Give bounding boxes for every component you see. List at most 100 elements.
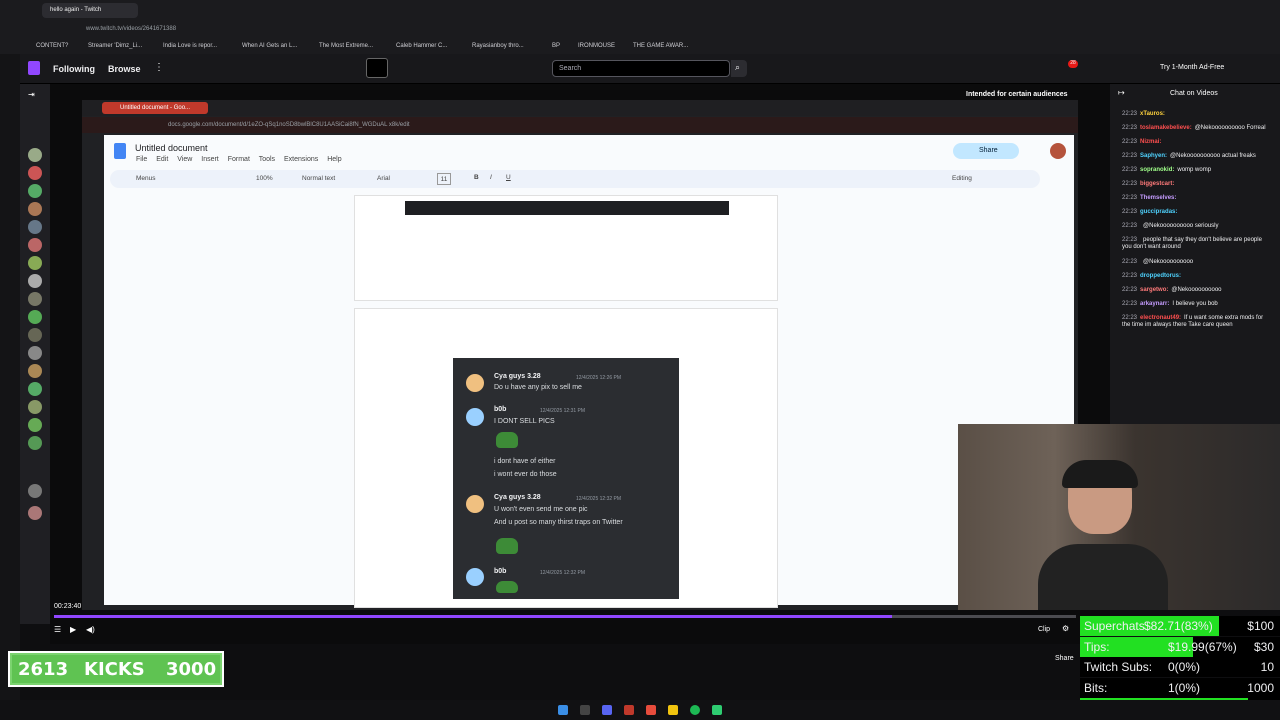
bookmark-item[interactable]: THE GAME AWAR...	[633, 43, 688, 49]
menu-file[interactable]: File	[136, 156, 147, 163]
channel-avatar[interactable]	[28, 364, 42, 378]
more-icon[interactable]: ⋮	[154, 62, 164, 73]
menu-tools[interactable]: Tools	[259, 156, 275, 163]
channel-avatar[interactable]	[28, 346, 42, 360]
account-avatar[interactable]	[1050, 143, 1066, 159]
menu-extensions[interactable]: Extensions	[284, 156, 318, 163]
chat-username[interactable]: sopranokid:	[1140, 167, 1174, 173]
address-bar[interactable]: www.twitch.tv/videos/2641671388	[0, 20, 1280, 40]
chat-username[interactable]: electronaut49:	[1140, 315, 1181, 321]
chat-username[interactable]: biggestcart:	[1140, 181, 1174, 187]
docs-logo-icon[interactable]	[114, 143, 126, 159]
bookmark-item[interactable]: When AI Gets an L...	[242, 43, 297, 49]
video-timestamp: 00:23:40	[54, 603, 82, 610]
menu-insert[interactable]: Insert	[201, 156, 219, 163]
channel-avatar[interactable]	[28, 400, 42, 414]
nav-following[interactable]: Following	[53, 64, 95, 74]
clip-button[interactable]: Clip	[1038, 626, 1050, 633]
chat-username[interactable]: Saphyen:	[1140, 153, 1167, 159]
underline-icon[interactable]: U	[506, 174, 511, 181]
bookmark-item[interactable]: IRONMOUSE	[578, 43, 615, 49]
menu-view[interactable]: View	[177, 156, 192, 163]
toolbar-menus[interactable]: Menus	[136, 175, 156, 182]
chat-text: @Nekoooooooooo	[1171, 287, 1222, 293]
channel-avatar[interactable]	[28, 166, 42, 180]
files-taskbar-icon[interactable]	[668, 705, 678, 715]
bookmark-item[interactable]: BP	[552, 43, 560, 49]
style-select[interactable]: Normal text	[302, 175, 335, 182]
channel-avatar[interactable]	[28, 148, 42, 162]
bookmark-item[interactable]: Rayasianboy thro...	[472, 43, 524, 49]
collapse-chat-icon[interactable]: ↦	[1118, 88, 1125, 97]
pepe-emoji	[496, 432, 518, 448]
volume-icon[interactable]: ◀)	[86, 625, 95, 634]
spotify-taskbar-icon[interactable]	[690, 705, 700, 715]
channel-avatar[interactable]	[28, 418, 42, 432]
xbox-taskbar-icon[interactable]	[712, 705, 722, 715]
settings-icon[interactable]: ⚙	[1062, 624, 1069, 633]
chat-username[interactable]: arkaynarr:	[1140, 301, 1169, 307]
expand-rail-icon[interactable]: ⇥	[28, 90, 35, 99]
italic-icon[interactable]: I	[490, 174, 492, 181]
goal-amount: $82.71(83%)	[1144, 619, 1213, 633]
chat-time: 22:23	[1122, 111, 1138, 117]
zoom-select[interactable]: 100%	[256, 175, 273, 182]
menu-help[interactable]: Help	[327, 156, 341, 163]
chat-username[interactable]: Themselves:	[1140, 195, 1176, 201]
browser-side-dock	[0, 54, 20, 700]
channel-avatar[interactable]	[28, 292, 42, 306]
channel-avatar[interactable]	[28, 310, 42, 324]
chat-time: 22:23	[1122, 237, 1138, 243]
play-icon[interactable]: ▶	[70, 625, 76, 634]
search-input[interactable]: Search	[552, 60, 730, 77]
chrome-taskbar-icon[interactable]	[646, 705, 656, 715]
bookmark-item[interactable]: Streamer 'Dimz_Li...	[88, 43, 142, 49]
chat-username[interactable]: guccipradas:	[1140, 209, 1177, 215]
channel-avatar[interactable]	[28, 220, 42, 234]
chat-username[interactable]: droppedtorus:	[1140, 273, 1181, 279]
menu-edit[interactable]: Edit	[156, 156, 168, 163]
menu-format[interactable]: Format	[228, 156, 250, 163]
discord-taskbar-icon[interactable]	[602, 705, 612, 715]
channel-avatar[interactable]	[28, 328, 42, 342]
start-icon[interactable]	[558, 705, 568, 715]
dm-time: 12/4/2025 12:32 PM	[576, 496, 622, 502]
video-progress-bar[interactable]	[54, 615, 1076, 618]
chat-message: 22:23 sopranokid: womp womp	[1122, 167, 1272, 174]
browser-tab[interactable]: hello again - Twitch	[42, 3, 138, 18]
bookmark-item[interactable]: CONTENT?	[36, 43, 68, 49]
chat-username[interactable]: toslamakebelieve:	[1140, 125, 1192, 131]
channel-avatar[interactable]	[28, 382, 42, 396]
editing-mode-select[interactable]: Editing	[952, 175, 972, 182]
chat-username[interactable]: sargetwo:	[1140, 287, 1168, 293]
opera-taskbar-icon[interactable]	[624, 705, 634, 715]
kicks-goal-bar: 2613 KICKS 3000	[12, 655, 220, 683]
search-button[interactable]: ⌕	[731, 60, 747, 77]
doc-title[interactable]: Untitled document	[135, 143, 208, 153]
chat-username[interactable]: Nizmai:	[1140, 139, 1161, 145]
channel-avatar[interactable]	[28, 184, 42, 198]
nav-browse[interactable]: Browse	[108, 64, 141, 74]
share-video-button[interactable]: Share	[1055, 655, 1074, 662]
extension-icon[interactable]	[366, 58, 388, 78]
playlist-icon[interactable]: ☰	[54, 625, 61, 634]
bookmark-item[interactable]: India Love is repor...	[163, 43, 217, 49]
prime-ad-free-button[interactable]: Try 1-Month Ad-Free	[1160, 64, 1224, 71]
bookmark-item[interactable]: Caleb Hammer C...	[396, 43, 447, 49]
channel-avatar[interactable]	[28, 256, 42, 270]
bookmark-item[interactable]: The Most Extreme...	[319, 43, 373, 49]
chat-username[interactable]: xTauros:	[1140, 111, 1165, 117]
channel-avatar[interactable]	[28, 202, 42, 216]
twitch-logo-icon[interactable]	[28, 61, 40, 75]
channel-avatar[interactable]	[28, 436, 42, 450]
chat-message: 22:23 electronaut49: If u want some extra …	[1122, 315, 1272, 329]
channel-avatar[interactable]	[28, 274, 42, 288]
channel-avatar[interactable]	[28, 506, 42, 520]
bold-icon[interactable]: B	[474, 174, 479, 181]
share-button[interactable]: Share	[953, 143, 1019, 159]
taskbar-search-icon[interactable]	[580, 705, 590, 715]
channel-avatar[interactable]	[28, 484, 42, 498]
font-select[interactable]: Arial	[377, 175, 390, 182]
font-size-input[interactable]: 11	[437, 173, 451, 185]
channel-avatar[interactable]	[28, 238, 42, 252]
